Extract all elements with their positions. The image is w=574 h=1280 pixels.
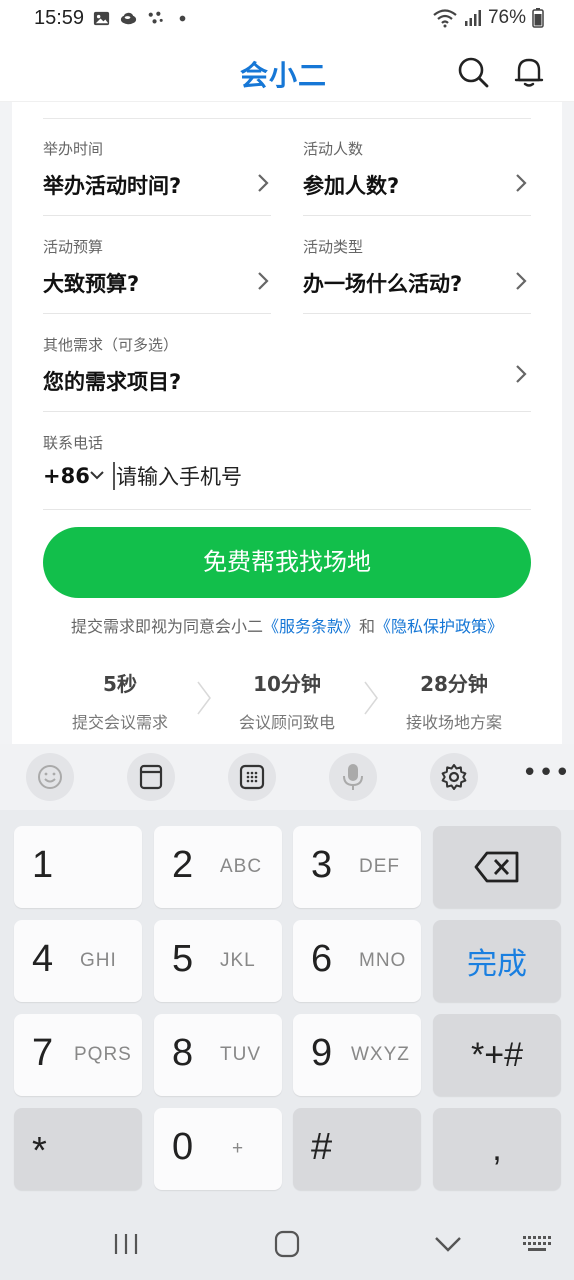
chevron-right-icon xyxy=(258,272,269,290)
keypad-icon xyxy=(239,764,265,790)
backspace-key[interactable] xyxy=(433,826,561,908)
field-attendees[interactable]: 活动人数 参加人数? xyxy=(303,118,531,216)
divider xyxy=(43,411,531,412)
backspace-icon xyxy=(474,851,519,883)
field-label: 举办时间 xyxy=(43,140,104,158)
keyboard-toolbar xyxy=(0,744,574,810)
field-label: 活动预算 xyxy=(43,238,104,256)
chevron-right-icon xyxy=(516,174,527,192)
field-value: 您的需求项目? xyxy=(43,370,182,394)
key-7[interactable]: 7 PQRS xyxy=(14,1014,142,1096)
step-item: 28分钟 接收场地方案 xyxy=(369,668,539,733)
keypad-button[interactable] xyxy=(228,753,276,801)
comma-key[interactable]: , xyxy=(433,1108,561,1190)
field-event-type[interactable]: 活动类型 办一场什么活动? xyxy=(303,216,531,314)
step-item: 5秒 提交会议需求 xyxy=(35,668,205,733)
emoji-icon xyxy=(38,765,62,789)
find-venue-button[interactable]: 免费帮我找场地 xyxy=(43,527,531,598)
wifi-icon xyxy=(433,9,457,28)
key-3[interactable]: 3 DEF xyxy=(293,826,421,908)
mic-icon xyxy=(343,764,363,790)
field-label: 其他需求（可多选） xyxy=(43,336,179,354)
key-6[interactable]: 6 MNO xyxy=(293,920,421,1002)
signal-icon xyxy=(464,10,481,26)
app-header: 会小二 xyxy=(0,40,574,102)
agreement-prefix: 提交需求即视为同意会小二 xyxy=(70,617,263,636)
field-other-needs[interactable]: 其他需求（可多选） 您的需求项目? xyxy=(43,314,531,412)
key-9[interactable]: 9 WXYZ xyxy=(293,1014,421,1096)
chevron-right-icon xyxy=(258,174,269,192)
key-5[interactable]: 5 JKL xyxy=(154,920,282,1002)
field-value: 大致预算? xyxy=(43,272,140,296)
field-value: 举办活动时间? xyxy=(43,174,182,198)
keyboard-switch-icon[interactable] xyxy=(517,1228,557,1260)
step-description: 会议顾问致电 xyxy=(238,713,335,732)
step-description: 提交会议需求 xyxy=(71,713,168,732)
clipboard-button[interactable] xyxy=(127,753,175,801)
text-cursor xyxy=(113,462,115,490)
emoji-button[interactable] xyxy=(26,753,74,801)
key-2[interactable]: 2 ABC xyxy=(154,826,282,908)
clipboard-icon xyxy=(139,764,163,790)
country-code-select[interactable]: +86 xyxy=(43,464,90,488)
step-value: 5秒 xyxy=(103,672,137,696)
phone-input[interactable] xyxy=(116,460,516,494)
mic-button[interactable] xyxy=(329,753,377,801)
dot-icon xyxy=(179,15,186,22)
back-icon[interactable] xyxy=(428,1228,468,1260)
key-4[interactable]: 4 GHI xyxy=(14,920,142,1002)
field-label: 活动人数 xyxy=(303,140,364,158)
search-icon[interactable] xyxy=(457,56,489,88)
battery-icon xyxy=(532,8,544,28)
field-event-time[interactable]: 举办时间 举办活动时间? xyxy=(43,118,271,216)
agreement-text: 提交需求即视为同意会小二《服务条款》和《隐私保护政策》 xyxy=(0,613,574,637)
gallery-icon xyxy=(93,11,110,26)
chevron-right-icon xyxy=(516,272,527,290)
status-bar: 15:59 76% xyxy=(0,0,574,40)
star-key[interactable]: * xyxy=(14,1108,142,1190)
weather-icon xyxy=(120,12,137,25)
home-icon[interactable] xyxy=(267,1228,307,1260)
bell-icon[interactable] xyxy=(513,56,545,88)
field-budget[interactable]: 活动预算 大致预算? xyxy=(43,216,271,314)
chevron-down-icon[interactable] xyxy=(89,468,105,482)
key-0[interactable]: 0 + xyxy=(154,1108,282,1190)
field-value: 参加人数? xyxy=(303,174,400,198)
status-time: 15:59 xyxy=(34,7,85,29)
dots-app-icon xyxy=(148,11,163,24)
step-value: 10分钟 xyxy=(253,672,321,696)
step-item: 10分钟 会议顾问致电 xyxy=(202,668,372,733)
recent-apps-icon[interactable] xyxy=(106,1228,146,1260)
hash-key[interactable]: # xyxy=(293,1108,421,1190)
battery-level: 76% xyxy=(487,7,526,28)
phone-label: 联系电话 xyxy=(43,434,104,452)
step-value: 28分钟 xyxy=(420,672,488,696)
privacy-link[interactable]: 《隐私保护政策》 xyxy=(375,617,503,636)
symbols-key[interactable]: *+# xyxy=(433,1014,561,1096)
agreement-and: 和 xyxy=(359,617,376,636)
divider xyxy=(43,509,531,510)
key-8[interactable]: 8 TUV xyxy=(154,1014,282,1096)
terms-link[interactable]: 《服务条款》 xyxy=(263,617,359,636)
more-icon[interactable]: ••• xyxy=(522,760,570,792)
key-1[interactable]: 1 xyxy=(14,826,142,908)
app-logo: 会小二 xyxy=(240,59,328,92)
field-value: 办一场什么活动? xyxy=(303,272,463,296)
settings-icon xyxy=(441,764,467,790)
field-label: 活动类型 xyxy=(303,238,364,256)
step-description: 接收场地方案 xyxy=(405,713,502,732)
numeric-keyboard xyxy=(0,744,574,1280)
chevron-right-icon xyxy=(516,365,527,383)
settings-button[interactable] xyxy=(430,753,478,801)
done-key[interactable]: 完成 xyxy=(433,920,561,1002)
